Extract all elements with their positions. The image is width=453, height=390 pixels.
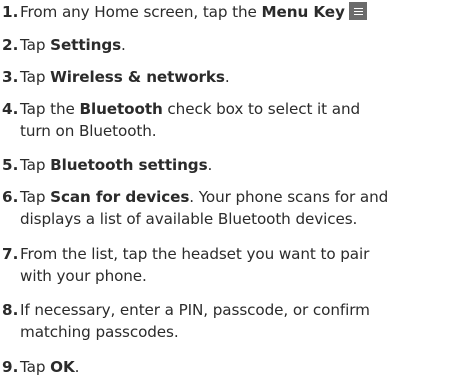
step-text: If necessary, enter a PIN, passcode, or …: [20, 299, 451, 343]
step-number: 3.: [2, 68, 19, 86]
step-text: From any Home screen, tap the Menu Key: [20, 1, 451, 23]
step-number: 4.: [2, 100, 19, 118]
step-number: 1.: [2, 3, 19, 21]
step-number: 8.: [2, 301, 19, 319]
settings-label: Settings: [50, 36, 122, 54]
step-text: Tap Settings.: [20, 36, 126, 54]
ok-label: OK: [50, 358, 75, 376]
step-text-line2: with your phone.: [20, 267, 147, 285]
menu-key-icon: [348, 2, 367, 20]
step-number: 5.: [2, 156, 19, 174]
step-number: 9.: [2, 358, 19, 376]
step-text: Tap Bluetooth settings.: [20, 156, 213, 174]
step-text: Tap Scan for devices. Your phone scans f…: [20, 186, 451, 230]
step-text: Tap Wireless & networks.: [20, 68, 230, 86]
step-text: From the list, tap the headset you want …: [20, 243, 451, 287]
bluetooth-settings-label: Bluetooth settings: [50, 156, 208, 174]
scan-for-devices-label: Scan for devices: [50, 188, 190, 206]
step-text: Tap the Bluetooth check box to select it…: [20, 98, 451, 142]
step-number: 6.: [2, 188, 19, 206]
step-text-line2: matching passcodes.: [20, 323, 179, 341]
step-number: 2.: [2, 36, 19, 54]
step-number: 7.: [2, 245, 19, 263]
menu-key-label: Menu Key: [261, 3, 345, 21]
step-text-line2: turn on Bluetooth.: [20, 122, 157, 140]
bluetooth-label: Bluetooth: [79, 100, 163, 118]
wireless-networks-label: Wireless & networks: [50, 68, 225, 86]
step-text: Tap OK.: [20, 358, 80, 376]
step-text-line2: displays a list of available Bluetooth d…: [20, 210, 358, 228]
